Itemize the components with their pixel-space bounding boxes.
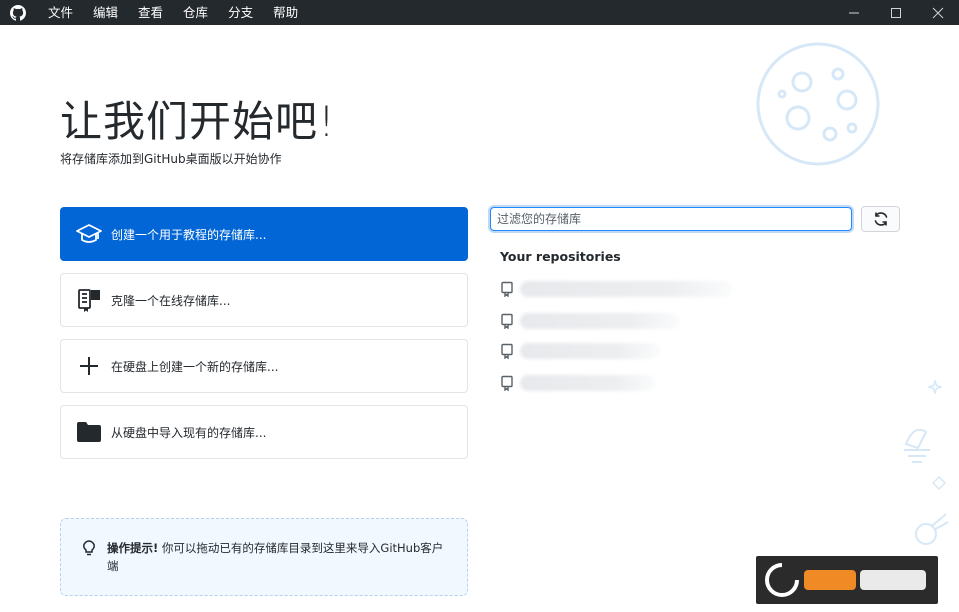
site-watermark-logo (756, 556, 938, 604)
diamond-icon (932, 476, 946, 490)
menu-branch[interactable]: 分支 (218, 0, 263, 25)
telescope-icon (904, 428, 930, 463)
repository-list-item[interactable] (500, 311, 680, 331)
repositories-heading: Your repositories (500, 249, 621, 264)
repo-icon (501, 313, 513, 329)
repository-name-redacted (520, 375, 655, 391)
tip-body: 你可以拖动已有的存储库目录到这里来导入GitHub客户端 (107, 541, 444, 573)
repository-list-item[interactable] (500, 279, 732, 299)
repository-filter-input[interactable] (490, 207, 852, 231)
minimize-icon (849, 12, 859, 13)
add-existing-repository-button[interactable]: 从硬盘中导入现有的存储库... (60, 405, 468, 459)
close-icon (932, 7, 944, 18)
maximize-icon (891, 7, 901, 18)
refresh-icon (874, 212, 887, 226)
repo-clone-icon (75, 286, 103, 314)
repo-icon (501, 281, 513, 297)
repo-icon (501, 343, 513, 359)
menu-view[interactable]: 查看 (128, 0, 173, 25)
folder-icon (75, 418, 103, 446)
tip-text: 操作提示! 你可以拖动已有的存储库目录到这里来导入GitHub客户端 (107, 539, 452, 575)
comet-icon (915, 513, 949, 545)
create-tutorial-repository-button[interactable]: 创建一个用于教程的存储库... (60, 207, 468, 261)
create-new-repository-button[interactable]: 在硬盘上创建一个新的存储库... (60, 339, 468, 393)
menu-repository[interactable]: 仓库 (173, 0, 218, 25)
watermark-logo-icon (765, 562, 926, 597)
mortarboard-icon (75, 220, 103, 248)
minimize-button[interactable] (833, 0, 875, 25)
clone-repository-button[interactable]: 克隆一个在线存储库... (60, 273, 468, 327)
repository-list-item[interactable] (500, 373, 655, 393)
menu-help[interactable]: 帮助 (263, 0, 308, 25)
maximize-button[interactable] (875, 0, 917, 25)
close-button[interactable] (917, 0, 959, 25)
action-label: 从硬盘中导入现有的存储库... (111, 425, 267, 440)
github-logo-icon (10, 4, 26, 21)
drag-drop-tip: 操作提示! 你可以拖动已有的存储库目录到这里来导入GitHub客户端 (60, 518, 468, 596)
repository-name-redacted (520, 343, 660, 359)
menu-file[interactable]: 文件 (38, 0, 83, 25)
moon-illustration-icon (756, 42, 880, 166)
repo-icon (501, 375, 513, 391)
page-subtitle: 将存储库添加到GitHub桌面版以开始协作 (60, 152, 282, 166)
action-label: 在硬盘上创建一个新的存储库... (111, 359, 279, 374)
repository-name-redacted (520, 313, 680, 329)
menu-edit[interactable]: 编辑 (83, 0, 128, 25)
page-title: 让我们开始吧! (60, 97, 336, 146)
action-label: 创建一个用于教程的存储库... (111, 227, 267, 242)
repository-list-item[interactable] (500, 341, 660, 361)
action-label: 克隆一个在线存储库... (111, 293, 231, 308)
repository-name-redacted (520, 281, 732, 297)
sparkle-icon (928, 380, 942, 394)
title-bar: 文件 编辑 查看 仓库 分支 帮助 (0, 0, 959, 25)
plus-icon (75, 352, 103, 380)
refresh-repositories-button[interactable] (861, 206, 900, 232)
tip-label: 操作提示! (107, 541, 159, 555)
lightbulb-icon (81, 540, 97, 556)
window-controls (833, 0, 959, 25)
